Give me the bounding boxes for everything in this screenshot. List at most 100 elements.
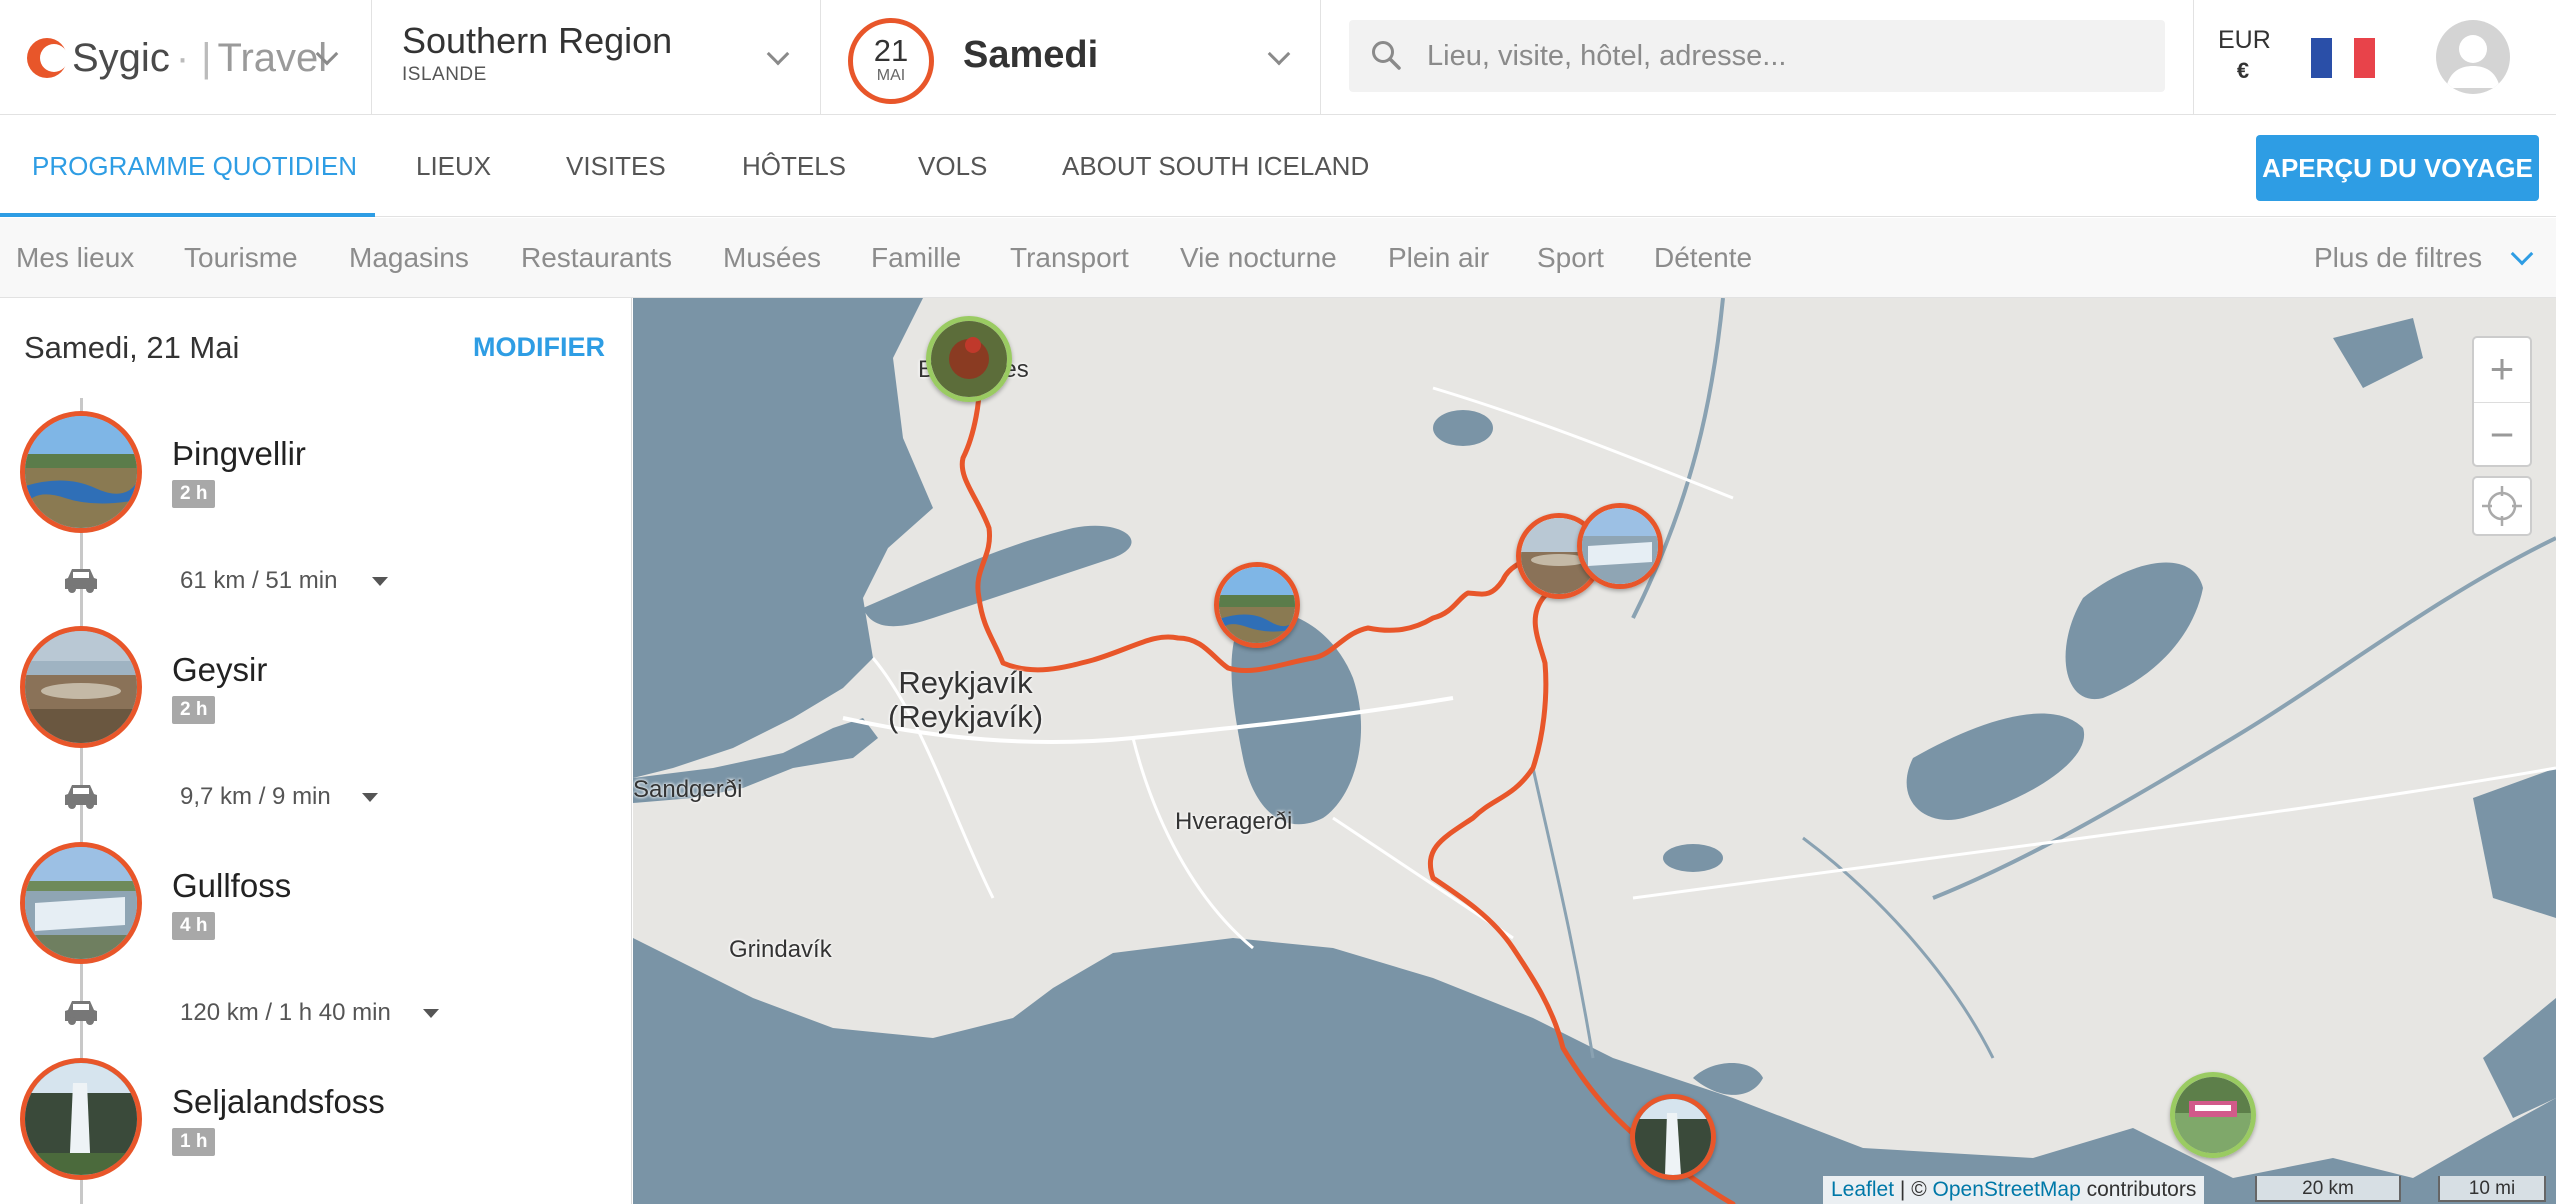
filter-sport[interactable]: Sport [1537,242,1604,274]
top-header: Sygic · | Travel Southern Region ISLANDE 21… [0,0,2556,115]
brand-product: Travel [217,36,328,80]
route-time: 9 min [272,783,331,810]
chevron-down-icon [2510,242,2534,266]
openstreetmap-link[interactable]: OpenStreetMap [1933,1178,2081,1201]
category-filters: Mes lieux Tourisme Magasins Restaurants … [0,218,2556,298]
route-time: 51 min [265,567,338,594]
region-country: ISLANDE [402,64,487,85]
currency-selector[interactable]: EUR € [2218,24,2271,85]
caret-down-icon[interactable] [362,793,378,802]
search-area [1321,0,2194,115]
route-time: 1 h 40 min [278,999,391,1026]
map-marker-gullfoss[interactable] [1577,503,1663,589]
filter-restaurants[interactable]: Restaurants [521,242,672,274]
map-marker-hotel[interactable] [2170,1072,2256,1158]
map-marker-borgarnes[interactable] [926,316,1012,402]
tab-visits[interactable]: VISITES [566,151,666,182]
route-distance: 120 km [180,999,259,1026]
itinerary-date-title: Samedi, 21 Mai [24,330,240,365]
more-filters-label: Plus de filtres [2314,242,2483,273]
map-attribution: Leaflet | © OpenStreetMap contributors [1823,1176,2205,1204]
scale-imperial: 10 mi [2438,1176,2546,1202]
route-distance: 9,7 km [180,783,253,810]
active-tab-indicator [0,213,375,217]
filter-transport[interactable]: Transport [1010,242,1129,274]
map-label-grindavik: Grindavík [729,936,832,963]
modify-button[interactable]: MODIFIER [473,332,605,363]
map-label-sandgerdi: Sandgerði [633,776,743,803]
date-badge: 21 MAI [848,18,934,104]
scale-metric: 20 km [2255,1176,2401,1202]
logo-area[interactable]: Sygic · | Travel [0,0,372,115]
day-selector[interactable]: 21 MAI Samedi [821,0,1321,115]
route-info[interactable]: 120 km / 1 h 40 min [180,999,391,1027]
tab-places[interactable]: LIEUX [416,151,491,182]
zoom-out-button[interactable]: − [2474,404,2530,466]
user-avatar[interactable] [2436,20,2510,94]
zoom-divider [2474,402,2530,403]
filter-museums[interactable]: Musées [723,242,821,274]
caret-down-icon[interactable] [372,577,388,586]
map-label-reykjavik: Reykjavík (Reykjavík) [888,665,1044,735]
attribution-suffix: contributors [2086,1178,2197,1201]
place-photo-thingvellir[interactable] [20,411,142,533]
route-info[interactable]: 61 km / 51 min [180,567,337,595]
crosshair-icon [2482,486,2522,526]
place-photo-geysir[interactable] [20,626,142,748]
more-filters-button[interactable]: Plus de filtres [2314,242,2534,274]
region-selector[interactable]: Southern Region ISLANDE [372,0,821,115]
attribution-separator: | © [1899,1178,1927,1201]
currency-symbol: € [2236,57,2250,83]
chevron-down-icon[interactable] [766,42,790,66]
brand-name: Sygic [72,36,170,80]
search-input[interactable] [1427,20,2147,92]
map-view[interactable]: Reykjavík(Reykjavík) Borgarnes Sandgerði… [633,298,2556,1204]
locate-button[interactable] [2472,476,2532,536]
duration-badge: 4 h [172,912,216,940]
filter-tourism[interactable]: Tourisme [184,242,298,274]
filter-family[interactable]: Famille [871,242,961,274]
duration-badge: 2 h [172,480,216,508]
trip-overview-button[interactable]: APERÇU DU VOYAGE [2256,135,2539,201]
leaflet-link[interactable]: Leaflet [1831,1178,1894,1201]
filter-outdoor[interactable]: Plein air [1388,242,1489,274]
tab-hotels[interactable]: HÔTELS [742,151,846,182]
zoom-in-button[interactable]: + [2474,338,2530,400]
main-tabs: PROGRAMME QUOTIDIEN LIEUX VISITES HÔTELS… [0,115,2556,217]
date-day: 21 [873,33,909,68]
map-label-hveragerdi: Hveragerði [1175,808,1293,835]
brand-logo: Sygic · | Travel [72,36,328,80]
place-photo-gullfoss[interactable] [20,842,142,964]
weekday-label: Samedi [963,34,1099,76]
filter-nightlife[interactable]: Vie nocturne [1180,242,1337,274]
chevron-down-icon[interactable] [1267,42,1291,66]
place-name[interactable]: Þingvellir [172,435,306,473]
car-icon [65,1001,97,1025]
search-box[interactable] [1349,20,2165,92]
search-icon [1372,41,1401,70]
route-distance: 61 km [180,567,246,594]
duration-badge: 2 h [172,696,216,724]
place-name[interactable]: Gullfoss [172,867,291,905]
map-marker-thingvellir[interactable] [1214,562,1300,648]
place-name[interactable]: Geysir [172,651,267,689]
car-icon [65,785,97,809]
currency-code: EUR [2218,26,2271,54]
filter-relaxation[interactable]: Détente [1654,242,1752,274]
filter-my-places[interactable]: Mes lieux [16,242,134,274]
map-marker-seljalandsfoss[interactable] [1630,1094,1716,1180]
filter-shops[interactable]: Magasins [349,242,469,274]
tab-flights[interactable]: VOLS [918,151,987,182]
region-name: Southern Region [402,20,673,61]
tab-daily-program[interactable]: PROGRAMME QUOTIDIEN [32,151,357,182]
place-photo-seljalandsfoss[interactable] [20,1058,142,1180]
user-icon [2446,35,2500,88]
date-month: MAI [876,67,906,84]
sygic-logo-icon [27,38,68,78]
french-flag-icon[interactable] [2311,38,2375,78]
place-name[interactable]: Seljalandsfoss [172,1083,385,1121]
map-base [633,298,2556,1204]
route-info[interactable]: 9,7 km / 9 min [180,783,331,811]
tab-about-south-iceland[interactable]: ABOUT SOUTH ICELAND [1062,151,1369,182]
caret-down-icon[interactable] [423,1009,439,1018]
